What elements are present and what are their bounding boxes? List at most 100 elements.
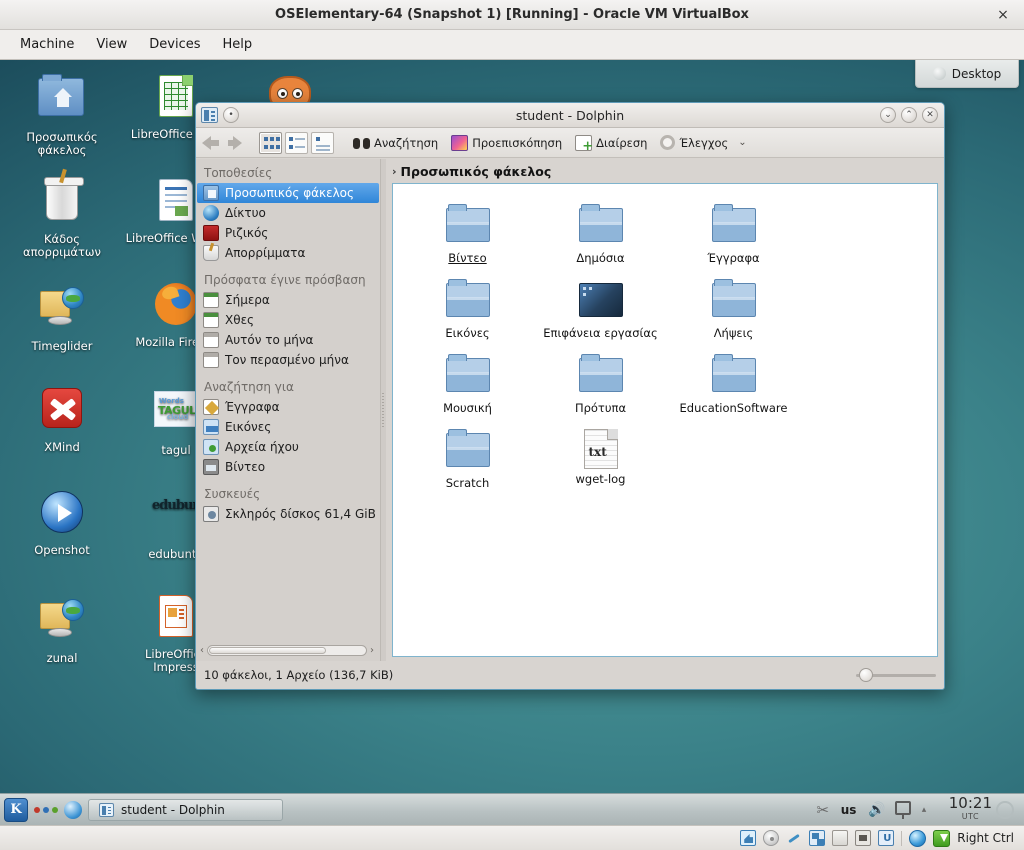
- desktop-icon-timeglider[interactable]: Timeglider: [10, 280, 114, 353]
- clock-time-label: 10:21: [948, 793, 992, 812]
- zoom-slider[interactable]: [856, 668, 936, 682]
- file-item[interactable]: EducationSoftware: [667, 346, 800, 421]
- close-button[interactable]: ✕: [922, 107, 938, 123]
- file-item[interactable]: Εικόνες: [401, 271, 534, 346]
- scrollbar-thumb[interactable]: [209, 646, 326, 654]
- desktop-pager-label: Desktop: [951, 66, 1002, 81]
- menu-view[interactable]: View: [86, 33, 137, 56]
- file-item[interactable]: Πρότυπα: [534, 346, 667, 421]
- search-button[interactable]: Αναζήτηση: [348, 133, 443, 153]
- clock-zone-label: UTC: [961, 811, 980, 821]
- file-item[interactable]: Βίντεο: [401, 196, 534, 271]
- file-item[interactable]: Δημόσια: [534, 196, 667, 271]
- scroll-right-icon[interactable]: ›: [370, 645, 374, 656]
- sidebar-item-documents[interactable]: Έγγραφα: [197, 397, 379, 417]
- desktop-icon-openshot[interactable]: Openshot: [10, 488, 114, 557]
- details-view-button[interactable]: [311, 131, 334, 154]
- sidebar-item-root[interactable]: Ριζικός: [197, 223, 379, 243]
- menu-help[interactable]: Help: [213, 33, 263, 56]
- sidebar-item-trash[interactable]: Απορρίμματα: [197, 243, 379, 263]
- network-icon[interactable]: [809, 830, 826, 846]
- file-label: wget-log: [575, 472, 626, 486]
- breadcrumb-path[interactable]: Προσωπικός φάκελος: [401, 164, 552, 179]
- file-item[interactable]: Μουσική: [401, 346, 534, 421]
- preview-button[interactable]: Προεπισκόπηση: [446, 133, 567, 153]
- display-icon[interactable]: [855, 830, 872, 846]
- control-button[interactable]: Έλεγχος: [655, 133, 733, 152]
- icons-view-button[interactable]: [259, 131, 282, 154]
- sidebar-item-this-month[interactable]: Αυτόν το μήνα: [197, 330, 379, 350]
- file-item[interactable]: Λήψεις: [667, 271, 800, 346]
- breadcrumb[interactable]: › Προσωπικός φάκελος: [386, 159, 944, 183]
- dolphin-titlebar[interactable]: • student - Dolphin ⌄ ⌃ ✕: [196, 103, 944, 128]
- split-button[interactable]: Διαίρεση: [570, 133, 652, 154]
- trash-icon: [38, 177, 86, 228]
- file-item[interactable]: Scratch: [401, 421, 534, 496]
- file-item[interactable]: txt wget-log: [534, 421, 667, 496]
- keyboard-layout-icon[interactable]: us: [841, 801, 859, 819]
- folder-icon: [710, 279, 758, 323]
- desktop-icon-zunal[interactable]: zunal: [10, 592, 114, 665]
- desktop-pager[interactable]: Desktop: [915, 60, 1019, 88]
- sidebar-item-today[interactable]: Σήμερα: [197, 290, 379, 310]
- desktop-icon-xmind[interactable]: XMind: [10, 384, 114, 454]
- audio-icon: [203, 439, 219, 455]
- file-extension-label: txt: [588, 445, 607, 459]
- hdd-icon[interactable]: [740, 830, 757, 846]
- sidebar-item-label: Βίντεο: [225, 460, 266, 474]
- close-icon[interactable]: ×: [994, 6, 1012, 24]
- back-arrow-icon[interactable]: [200, 132, 222, 154]
- sidebar-item-network[interactable]: Δίκτυο: [197, 203, 379, 223]
- cd-icon[interactable]: [763, 830, 780, 846]
- preview-label: Προεπισκόπηση: [472, 135, 563, 150]
- sidebar-item-yesterday[interactable]: Χθες: [197, 310, 379, 330]
- chevron-down-icon[interactable]: ⌄: [738, 137, 746, 148]
- file-label: Δημόσια: [576, 251, 625, 265]
- usb-device-icon[interactable]: U: [878, 830, 895, 846]
- sidebar-item-video[interactable]: Βίντεο: [197, 457, 379, 477]
- taskbar: K student - Dolphin ✂ us 🔊 ▴ 10:21 UTC: [0, 793, 1024, 825]
- globe-icon[interactable]: [909, 829, 927, 847]
- clock-widget[interactable]: 10:21 UTC: [948, 793, 1014, 824]
- menu-machine[interactable]: Machine: [10, 33, 84, 56]
- maximize-button[interactable]: ⌃: [901, 107, 917, 123]
- zoom-slider-thumb[interactable]: [859, 668, 873, 682]
- sidebar-item-audio[interactable]: Αρχεία ήχου: [197, 437, 379, 457]
- clipboard-icon[interactable]: ✂: [814, 801, 832, 819]
- guest-screen: Desktop Προσωπικός φάκελος LibreOffice C…: [0, 60, 1024, 825]
- show-desktop-icon[interactable]: [64, 800, 82, 819]
- network-icon[interactable]: [894, 800, 913, 819]
- host-key-label: Right Ctrl: [957, 831, 1014, 845]
- file-item[interactable]: Επιφάνεια εργασίας: [534, 271, 667, 346]
- virtualbox-menubar: Machine View Devices Help: [0, 30, 1024, 60]
- panel-splitter[interactable]: [381, 159, 386, 661]
- sidebar-item-images[interactable]: Εικόνες: [197, 417, 379, 437]
- file-view[interactable]: Βίντεο Δημόσια Έγγραφα Εικόνες Επιφάνεια…: [392, 183, 938, 657]
- sidebar-item-harddisk[interactable]: Σκληρός δίσκος 61,4 GiB: [197, 504, 379, 524]
- places-group-header: Αναζήτηση για: [204, 380, 294, 394]
- openshot-icon: [38, 491, 86, 539]
- desktop-icon-home-folder[interactable]: Προσωπικός φάκελος: [10, 72, 114, 157]
- places-horizontal-scrollbar[interactable]: ‹ ›: [200, 643, 374, 657]
- scroll-left-icon[interactable]: ‹: [200, 645, 204, 656]
- forward-arrow-icon[interactable]: [225, 132, 247, 154]
- usb-icon[interactable]: [786, 830, 802, 846]
- shade-button[interactable]: ⌄: [880, 107, 896, 123]
- taskbar-item-dolphin[interactable]: student - Dolphin: [88, 798, 283, 821]
- folder-icon: [577, 204, 625, 248]
- activity-dots[interactable]: [34, 806, 58, 813]
- file-label: Λήψεις: [713, 326, 754, 340]
- tray-expand-icon[interactable]: ▴: [922, 801, 940, 819]
- scrollbar-track[interactable]: [207, 644, 367, 656]
- kmenu-button[interactable]: K: [4, 797, 28, 822]
- volume-icon[interactable]: 🔊: [868, 801, 886, 819]
- sidebar-item-last-month[interactable]: Τον περασμένο μήνα: [197, 350, 379, 370]
- sidebar-item-home[interactable]: Προσωπικός φάκελος: [197, 183, 379, 203]
- folder-icon: [444, 204, 492, 248]
- shared-folder-icon[interactable]: [832, 830, 849, 846]
- desktop-icon-trash[interactable]: Κάδος απορριμάτων: [10, 176, 114, 259]
- sidebar-item-label: Σκληρός δίσκος 61,4 GiB: [225, 507, 376, 521]
- menu-devices[interactable]: Devices: [139, 33, 210, 56]
- file-item[interactable]: Έγγραφα: [667, 196, 800, 271]
- compact-view-button[interactable]: [285, 131, 308, 154]
